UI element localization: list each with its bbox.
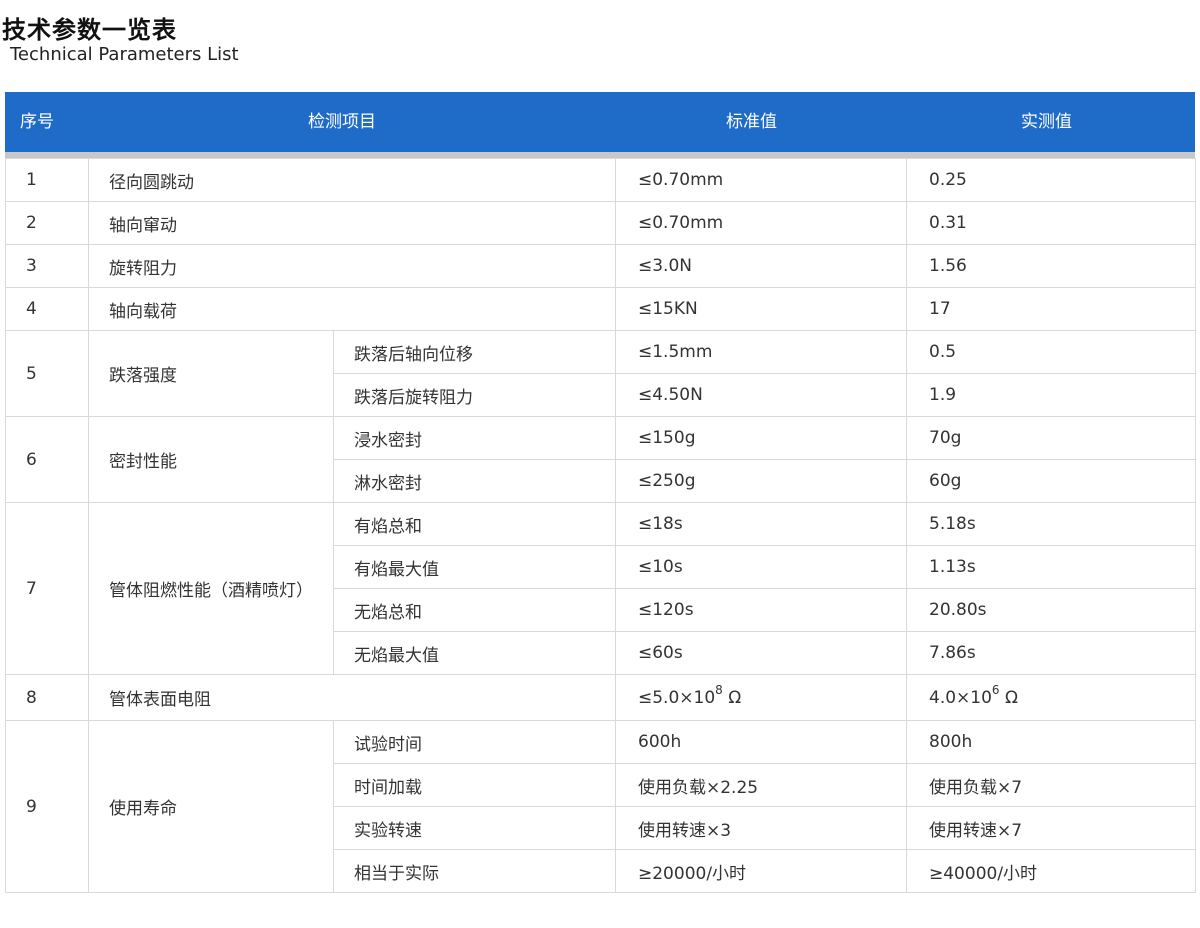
standard-exponent: 8 [715,682,723,697]
seq-cell: 8 [5,674,89,721]
standard-cell: 使用转速×3 [615,806,907,850]
actual-cell: 800h [906,720,1196,764]
actual-cell: 70g [906,416,1196,460]
item-cell: 径向圆跳动 [88,158,616,202]
standard-cell: ≤3.0N [615,244,907,288]
sub-item-cell: 相当于实际 [333,849,616,893]
standard-cell: ≤120s [615,588,907,632]
standard-cell: 600h [615,720,907,764]
actual-cell: 1.13s [906,545,1196,589]
sub-item-cell: 浸水密封 [333,416,616,460]
actual-cell: 20.80s [906,588,1196,632]
sub-item-cell: 试验时间 [333,720,616,764]
actual-cell: 1.9 [906,373,1196,417]
seq-cell: 4 [5,287,89,331]
header-actual: 实测值 [1021,112,1072,132]
table-row: 5 跌落强度 跌落后轴向位移 ≤1.5mm 0.5 [5,330,1196,417]
actual-exponent: 6 [991,682,1000,697]
standard-cell: 使用负载×2.25 [615,763,907,807]
standard-cell: ≥20000/小时 [615,849,907,893]
item-cell: 密封性能 [88,416,334,503]
actual-cell: ≥40000/小时 [906,849,1196,893]
seq-cell: 1 [5,158,89,202]
table-row: 1 径向圆跳动 ≤0.70mm 0.25 [5,158,1196,202]
standard-cell: ≤4.50N [615,373,907,417]
sub-item-cell: 有焰最大值 [333,545,616,589]
header-item: 检测项目 [308,112,376,132]
seq-cell: 9 [5,720,89,893]
actual-cell: 4.0×106 Ω [906,674,1196,721]
seq-cell: 3 [5,244,89,288]
standard-cell: ≤15KN [615,287,907,331]
sub-item-cell: 有焰总和 [333,502,616,546]
actual-cell: 60g [906,459,1196,503]
header-seq: 序号 [20,112,54,132]
parameters-table: 序号 检测项目 标准值 实测值 1 径向圆跳动 ≤0.70mm 0.25 2 轴… [5,92,1196,893]
seq-cell: 6 [5,416,89,503]
table-row: 8 管体表面电阻 ≤5.0×108 Ω 4.0×106 Ω [5,674,1196,721]
item-cell: 轴向载荷 [88,287,616,331]
page-title: 技术参数一览表 [2,16,177,44]
actual-cell: 0.31 [906,201,1196,245]
table-row: 6 密封性能 浸水密封 ≤150g 70g [5,416,1196,503]
sub-item-cell: 淋水密封 [333,459,616,503]
actual-cell: 5.18s [906,502,1196,546]
actual-cell: 0.25 [906,158,1196,202]
standard-cell: ≤18s [615,502,907,546]
actual-cell: 0.5 [906,330,1196,374]
sub-item-cell: 跌落后旋转阻力 [333,373,616,417]
standard-cell: ≤150g [615,416,907,460]
item-cell: 跌落强度 [88,330,334,417]
actual-cell: 使用负载×7 [906,763,1196,807]
seq-cell: 7 [5,502,89,675]
actual-unit: Ω [999,687,1018,708]
seq-cell: 2 [5,201,89,245]
standard-cell: ≤10s [615,545,907,589]
sub-item-cell: 跌落后轴向位移 [333,330,616,374]
actual-cell: 7.86s [906,631,1196,675]
sub-item-cell: 实验转速 [333,806,616,850]
standard-cell: ≤250g [615,459,907,503]
sub-item-cell: 无焰最大值 [333,631,616,675]
sub-item-cell: 无焰总和 [333,588,616,632]
standard-unit: Ω [722,687,742,708]
item-cell: 轴向窜动 [88,201,616,245]
table-row: 9 使用寿命 试验时间 600h 800h [5,720,1196,893]
table-row: 4 轴向载荷 ≤15KN 17 [5,287,1196,331]
table-header: 序号 检测项目 标准值 实测值 [5,92,1195,158]
standard-cell: ≤60s [615,631,907,675]
standard-cell: ≤5.0×108 Ω [615,674,907,721]
standard-cell: ≤0.70mm [615,201,907,245]
standard-cell: ≤1.5mm [615,330,907,374]
page-subtitle: Technical Parameters List [10,44,239,65]
table-row: 7 管体阻燃性能（酒精喷灯） 有焰总和 ≤18s 5.18s [5,502,1196,675]
actual-cell: 使用转速×7 [906,806,1196,850]
actual-cell: 17 [906,287,1196,331]
actual-base: 4.0×10 [929,687,992,708]
seq-cell: 5 [5,330,89,417]
item-cell: 旋转阻力 [88,244,616,288]
header-standard: 标准值 [726,112,777,132]
item-cell: 管体表面电阻 [88,674,616,721]
table-row: 3 旋转阻力 ≤3.0N 1.56 [5,244,1196,288]
item-cell: 使用寿命 [88,720,334,893]
table-row: 2 轴向窜动 ≤0.70mm 0.31 [5,201,1196,245]
table-body: 1 径向圆跳动 ≤0.70mm 0.25 2 轴向窜动 ≤0.70mm 0.31… [5,158,1196,893]
standard-base: ≤5.0×10 [638,687,716,708]
item-cell: 管体阻燃性能（酒精喷灯） [88,502,334,675]
standard-cell: ≤0.70mm [615,158,907,202]
sub-item-cell: 时间加载 [333,763,616,807]
actual-cell: 1.56 [906,244,1196,288]
